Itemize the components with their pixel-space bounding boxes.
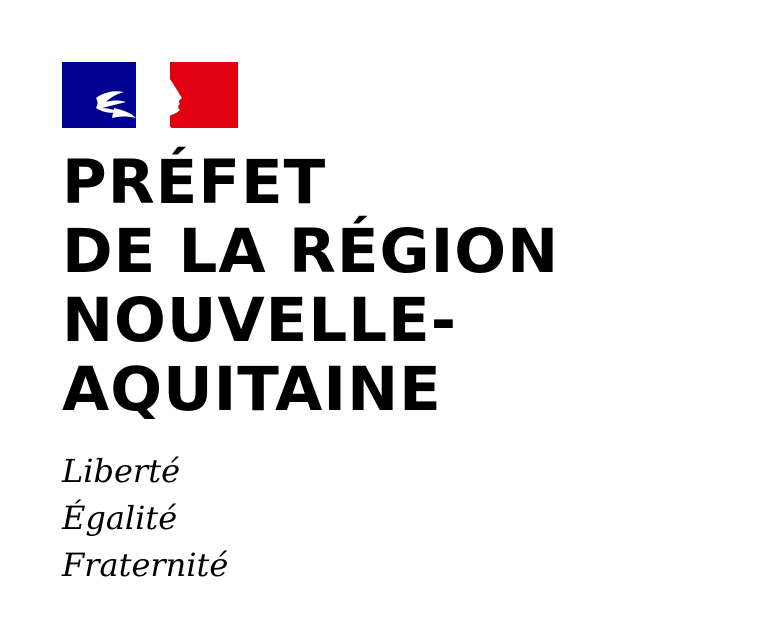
flag-blue-band	[62, 62, 136, 128]
marianne-flag-icon	[62, 62, 238, 128]
institution-title: PRÉFET DE LA RÉGION NOUVELLE- AQUITAINE	[62, 148, 662, 424]
prefecture-logo: PRÉFET DE LA RÉGION NOUVELLE- AQUITAINE …	[62, 62, 662, 589]
republic-motto: Liberté Égalité Fraternité	[62, 448, 662, 589]
title-line-1: PRÉFET	[62, 147, 327, 218]
motto-egalite: Égalité	[62, 499, 178, 537]
flag-red-band	[170, 62, 238, 128]
title-line-4: AQUITAINE	[62, 354, 442, 425]
title-line-3: NOUVELLE-	[62, 285, 458, 356]
motto-liberte: Liberté	[62, 452, 180, 490]
title-line-2: DE LA RÉGION	[62, 216, 560, 287]
motto-fraternite: Fraternité	[62, 546, 229, 584]
